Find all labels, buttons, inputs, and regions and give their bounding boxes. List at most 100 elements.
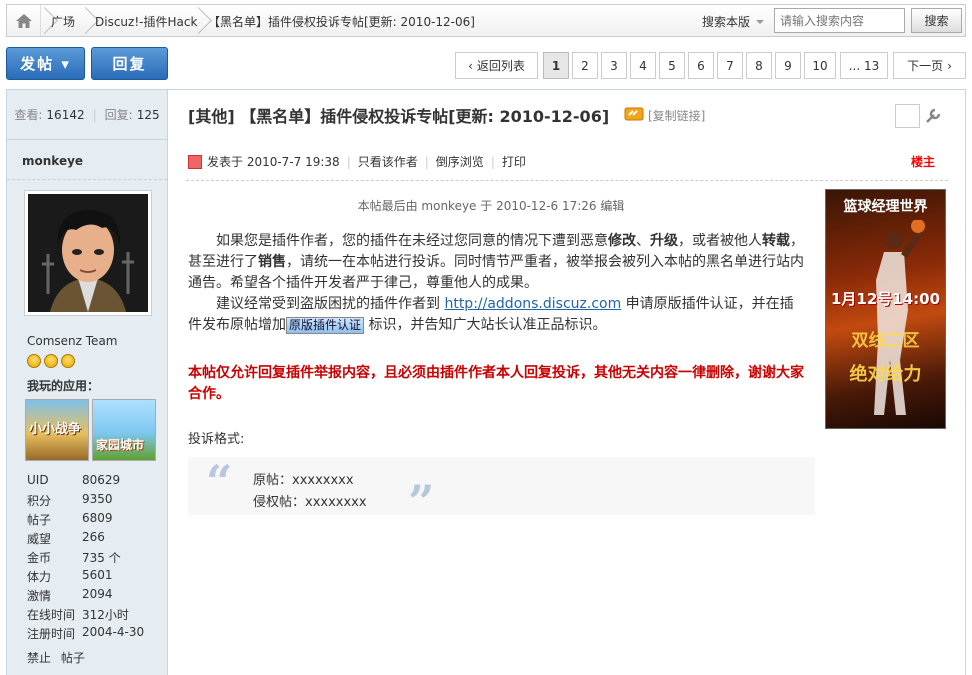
page-link-1[interactable]: 1 (543, 52, 569, 79)
post-main: [其他] 【黑名单】插件侵权投诉专帖[更新: 2010-12-06] [复制链接… (168, 89, 966, 675)
thread-options-box[interactable] (895, 104, 920, 128)
author-online-icon (188, 154, 202, 169)
author-name[interactable]: monkeye (7, 140, 167, 180)
smiley-icon (27, 354, 41, 368)
page-link-last[interactable]: ... 13 (840, 52, 888, 79)
page-link-2[interactable]: 2 (572, 52, 598, 79)
author-sidebar: 查看: 16142 | 回复: 125 monkeye Comsenz Team… (6, 89, 168, 675)
avatar[interactable] (24, 190, 152, 316)
advertisement-banner[interactable]: 篮球经理世界 1月12号14:00 双线二区 绝对给力 (825, 189, 946, 429)
page-link-4[interactable]: 4 (630, 52, 656, 79)
text-bold: 修改 (608, 233, 636, 249)
copy-link-icon[interactable] (624, 106, 644, 122)
app-label: 家园城市 (96, 438, 145, 452)
breadcrumb-item-forum[interactable]: Discuz!-插件Hack (95, 13, 197, 30)
text-bold: 升级 (650, 233, 678, 249)
meta-divider: | (490, 154, 495, 169)
ad-title: 篮球经理世界 (843, 199, 928, 215)
breadcrumb-separator (39, 5, 51, 36)
original-plugin-badge: 原版插件认证 (286, 317, 365, 334)
smiley-icon (61, 354, 75, 368)
reply-button[interactable]: 回复 (91, 47, 168, 80)
post-meta: 发表于 2010-7-7 19:38 | 只看该作者 | 倒序浏览 | 打印 (188, 153, 526, 170)
avatar-image (28, 194, 148, 312)
profile-value[interactable]: 6809 (82, 511, 113, 525)
profile-value: 735 个 (82, 551, 121, 565)
profile-key: 帖子 (27, 513, 52, 527)
user-group: Comsenz Team (27, 334, 118, 348)
only-author-link[interactable]: 只看该作者 (358, 153, 418, 170)
stats-divider: | (92, 107, 97, 122)
text-bold: 销售 (258, 254, 286, 270)
breadcrumb-separator (80, 5, 92, 36)
floor-label[interactable]: 楼主 (911, 153, 935, 170)
page-link-10[interactable]: 10 (804, 52, 836, 79)
addons-link[interactable]: http://addons.discuz.com (444, 296, 621, 312)
ad-slogan-1: 双线二区 (851, 331, 920, 351)
app-icon-city[interactable]: 家园城市 (92, 399, 156, 461)
search-input[interactable] (774, 8, 905, 33)
app-label: 小小战争 (29, 422, 82, 437)
paragraph-1: 如果您是插件作者，您的插件在未经过您同意的情况下遭到恶意修改、升级，或者被他人转… (188, 231, 806, 294)
next-page-button[interactable]: 下一页 › (893, 52, 966, 79)
post-body: 如果您是插件作者，您的插件在未经过您同意的情况下遭到恶意修改、升级，或者被他人转… (188, 231, 806, 336)
page-link-8[interactable]: 8 (746, 52, 772, 79)
profile-key: 在线时间 (27, 608, 76, 622)
text-bold: 转载 (762, 233, 790, 249)
text: 、 (636, 233, 650, 249)
views-label: 查看: (14, 108, 43, 122)
print-link[interactable]: 打印 (502, 153, 526, 170)
profile-value: 2004-4-30 (82, 625, 145, 639)
next-label: 下一页 (907, 59, 944, 73)
admin-actions: 禁止 帖子 (27, 649, 85, 666)
search-button[interactable]: 搜索 (911, 8, 962, 33)
profile-key: 金币 (27, 551, 52, 565)
page-link-9[interactable]: 9 (775, 52, 801, 79)
app-icon-war[interactable]: 小小战争 (25, 399, 89, 461)
quote-block: “ 原帖：xxxxxxxx 侵权帖：xxxxxxxx ” (188, 455, 815, 527)
back-label: 返回列表 (476, 59, 525, 73)
replies-label: 回复: (104, 108, 133, 122)
back-to-list-button[interactable]: ‹ 返回列表 (455, 52, 538, 79)
page-link-3[interactable]: 3 (601, 52, 627, 79)
format-label: 投诉格式: (188, 432, 245, 447)
page-link-7[interactable]: 7 (717, 52, 743, 79)
chevron-left-icon: ‹ (468, 58, 473, 73)
post-button[interactable]: 发帖 ▾ (6, 47, 85, 80)
replies-count: 125 (136, 107, 160, 122)
warning-text: 本帖仅允许回复插件举报内容，且必须由插件作者本人回复投诉，其他无关内容一律删除，… (188, 365, 804, 402)
profile-key: 体力 (27, 570, 52, 584)
thread-title: [其他] 【黑名单】插件侵权投诉专帖[更新: 2010-12-06] (188, 107, 610, 126)
wrench-icon[interactable] (924, 107, 942, 125)
page-link-6[interactable]: 6 (688, 52, 714, 79)
profile-value: 266 (82, 530, 105, 544)
reverse-order-link[interactable]: 倒序浏览 (436, 153, 484, 170)
breadcrumb-item-thread[interactable]: 【黑名单】插件侵权投诉专帖[更新: 2010-12-06] (208, 13, 475, 30)
profile-key: 积分 (27, 494, 52, 508)
search-type-select[interactable]: 搜索本版 (702, 13, 764, 30)
profile-value: 2094 (82, 587, 113, 601)
ad-slogan-2: 绝对给力 (849, 364, 922, 385)
post-date: 发表于 2010-7-7 19:38 (207, 155, 340, 169)
text: 建议经常受到盗版困扰的插件作者到 (216, 296, 445, 312)
profile-key: UID (27, 473, 49, 487)
edit-notice: 本帖最后由 monkeye 于 2010-12-6 17:26 编辑 (357, 199, 625, 213)
divider (186, 180, 948, 181)
text: 标识，并告知广大站长认准正品标识。 (368, 317, 607, 333)
thread-stats: 查看: 16142 | 回复: 125 (7, 90, 167, 140)
copy-link[interactable]: [复制链接] (648, 107, 705, 124)
profile-key: 激情 (27, 589, 52, 603)
breadcrumb-item-square[interactable]: 广场 (51, 13, 75, 30)
chevron-right-icon: › (947, 58, 952, 73)
user-posts-link[interactable]: 帖子 (61, 651, 85, 665)
smiley-icon (44, 354, 58, 368)
profile-value: 9350 (82, 492, 113, 506)
quote-close-icon: ” (408, 475, 435, 529)
quote-open-icon: “ (206, 455, 233, 509)
quote-line-original: 原帖：xxxxxxxx (253, 473, 354, 488)
page-link-5[interactable]: 5 (659, 52, 685, 79)
ban-user-link[interactable]: 禁止 (27, 651, 51, 665)
basketball-player-image (874, 220, 925, 415)
profile-value[interactable]: 80629 (82, 473, 120, 487)
profile-value: 5601 (82, 568, 113, 582)
